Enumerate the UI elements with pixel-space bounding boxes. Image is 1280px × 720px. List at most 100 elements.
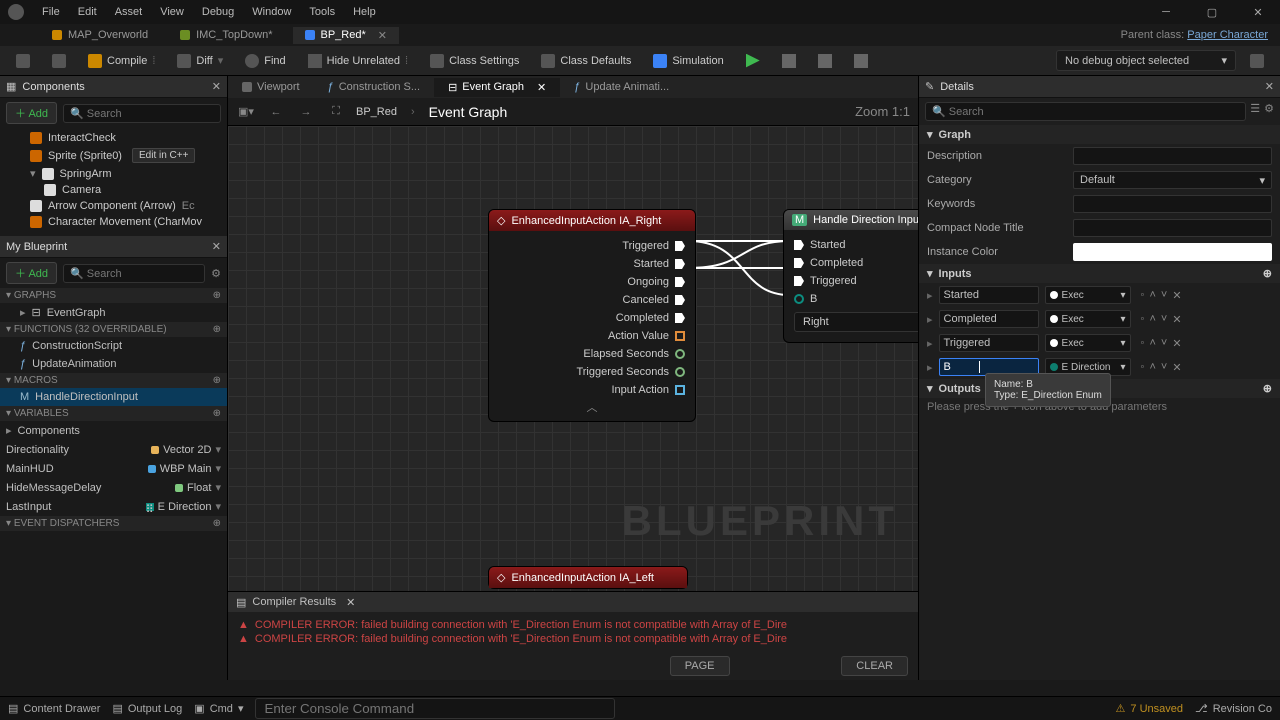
variable-item[interactable]: MainHUDWBP Main▾ [0,459,227,478]
variable-subsection[interactable]: ▸Components [0,421,227,440]
add-output-button[interactable]: ⊕ [1263,382,1272,395]
description-input[interactable] [1073,147,1272,165]
pin-container-icon[interactable]: ◦ [1141,289,1145,302]
play-button[interactable] [738,50,768,72]
class-defaults-button[interactable]: Class Defaults [533,50,639,72]
value-pin[interactable] [675,367,685,377]
move-up-icon[interactable]: ˄ [1149,337,1155,350]
asset-tab-imc[interactable]: IMC_TopDown* [168,27,284,43]
compile-button[interactable]: Compile⁞ [80,50,163,72]
variables-section[interactable]: ▾ VARIABLES⊕ [0,406,227,421]
menu-help[interactable]: Help [353,6,376,18]
move-down-icon[interactable]: ˅ [1161,289,1167,302]
chevron-down-icon[interactable]: ▾ [215,443,221,456]
clear-button[interactable]: CLEAR [841,656,908,676]
chevron-down-icon[interactable]: ▾ [215,462,221,475]
console-input[interactable] [255,698,615,719]
function-item[interactable]: ƒConstructionScript [0,337,227,355]
browse-button[interactable] [44,50,74,72]
functions-section[interactable]: ▾ FUNCTIONS (32 OVERRIDABLE)⊕ [0,322,227,337]
exec-pin[interactable] [794,258,804,268]
pin-container-icon[interactable]: ◦ [1141,313,1145,326]
delete-pin-icon[interactable]: ✕ [1172,361,1181,374]
graph-item[interactable]: ▸⊟EventGraph [0,303,227,322]
chevron-down-icon[interactable]: ▾ [215,481,221,494]
details-inputs-section[interactable]: ▾Inputs⊕ [919,264,1280,283]
expand-icon[interactable]: ▸ [927,313,933,326]
expand-icon[interactable]: ▸ [927,289,933,302]
node-enhanced-input-left[interactable]: ◇EnhancedInputAction IA_Left [488,566,688,589]
component-item[interactable]: Sprite (Sprite0)Edit in C++ [0,146,227,165]
graphs-section[interactable]: ▾ GRAPHS⊕ [0,288,227,303]
menu-tools[interactable]: Tools [309,6,335,18]
spread-icon[interactable]: ⛶ [326,105,346,118]
diff-button[interactable]: Diff▾ [169,50,231,72]
pin-type-combo[interactable]: Exec▾ [1045,286,1131,304]
variable-item[interactable]: LastInput⠿E Direction▾ [0,497,227,516]
details-search[interactable]: 🔍 Search [925,102,1246,121]
page-button[interactable]: PAGE [670,656,730,676]
exec-pin[interactable] [794,276,804,286]
breadcrumb-graph[interactable]: Event Graph [429,104,508,120]
pin-container-icon[interactable]: ◦ [1141,361,1145,374]
add-dispatcher-button[interactable]: ⊕ [213,518,221,529]
component-item[interactable]: InteractCheck [0,130,227,146]
bookmark-icon[interactable]: ▣▾ [236,105,256,118]
pin-type-combo[interactable]: Exec▾ [1045,310,1131,328]
close-button[interactable]: ✕ [1244,6,1272,19]
node-enhanced-input-right[interactable]: ◇EnhancedInputAction IA_Right Triggered … [488,209,696,422]
enum-select[interactable]: Right [794,312,918,332]
component-item[interactable]: ▾SpringArm [0,165,227,182]
close-icon[interactable]: ✕ [212,80,221,93]
add-function-button[interactable]: ⊕ [213,324,221,335]
menu-asset[interactable]: Asset [115,6,143,18]
exec-pin[interactable] [675,295,685,305]
variable-item[interactable]: DirectionalityVector 2D▾ [0,440,227,459]
exec-pin[interactable] [675,241,685,251]
enum-pin[interactable] [794,294,804,304]
nav-fwd-button[interactable]: → [296,106,316,118]
stop-button[interactable] [810,50,840,72]
close-icon[interactable]: ✕ [212,240,221,253]
close-icon[interactable]: ✕ [372,29,387,42]
pin-name-input[interactable]: Triggered [939,334,1039,352]
menu-debug[interactable]: Debug [202,6,234,18]
pin-container-icon[interactable]: ◦ [1141,337,1145,350]
save-button[interactable] [8,50,38,72]
menu-edit[interactable]: Edit [78,6,97,18]
component-item[interactable]: Character Movement (CharMov [0,214,227,230]
menu-view[interactable]: View [160,6,184,18]
add-macro-button[interactable]: ⊕ [213,375,221,386]
parent-class-link[interactable]: Paper Character [1187,29,1268,41]
breadcrumb-root[interactable]: BP_Red [356,106,397,118]
components-search[interactable]: 🔍 Search [63,104,221,123]
color-swatch[interactable] [1073,243,1272,261]
gear-icon[interactable]: ⚙ [1264,102,1274,121]
tab-viewport[interactable]: Viewport [228,78,314,96]
value-pin[interactable] [675,385,685,395]
myblueprint-search[interactable]: 🔍 Search [63,264,205,283]
tab-eventgraph[interactable]: ⊟Event Graph✕ [434,78,560,97]
move-up-icon[interactable]: ˄ [1149,313,1155,326]
tab-construction[interactable]: ƒConstruction S... [314,78,434,96]
exec-pin[interactable] [675,313,685,323]
locate-button[interactable] [1242,50,1272,72]
debug-object-select[interactable]: No debug object selected▾ [1056,50,1236,71]
collapse-icon[interactable]: ︿ [499,399,685,415]
asset-tab-bp[interactable]: BP_Red*✕ [293,27,399,44]
minimize-button[interactable]: ─ [1152,6,1180,18]
delete-pin-icon[interactable]: ✕ [1172,289,1181,302]
chevron-down-icon[interactable]: ▾ [215,500,221,513]
category-combo[interactable]: Default▾ [1073,171,1272,189]
pin-name-input[interactable]: Started [939,286,1039,304]
hide-unrelated-button[interactable]: Hide Unrelated⁞ [300,50,416,72]
move-down-icon[interactable]: ˅ [1161,337,1167,350]
find-button[interactable]: Find [237,50,293,72]
macro-item[interactable]: MHandleDirectionInput [0,388,227,406]
compact-title-input[interactable] [1073,219,1272,237]
add-component-button[interactable]: ＋ Add [6,102,57,124]
expand-icon[interactable]: ▸ [927,361,933,374]
exec-pin[interactable] [794,240,804,250]
exec-pin[interactable] [675,259,685,269]
class-settings-button[interactable]: Class Settings [422,50,527,72]
